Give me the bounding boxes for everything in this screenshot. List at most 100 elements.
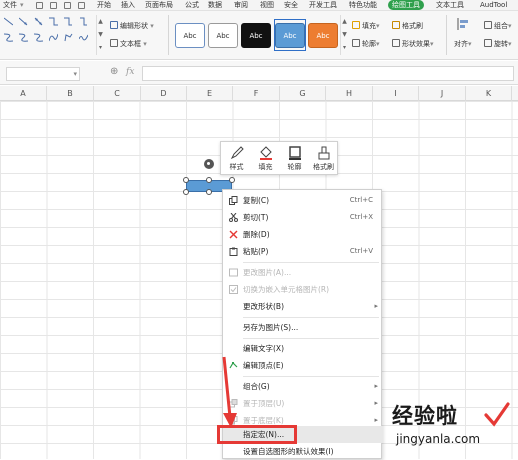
change-picture-icon — [229, 268, 238, 277]
chevron-down-icon[interactable]: ▾ — [20, 0, 24, 11]
menu-item-cut[interactable]: 剪切(T) Ctrl+X — [223, 209, 383, 226]
menu-item-set-default-effect[interactable]: 设置自选图形的默认效果(I) — [223, 443, 383, 460]
resize-handle[interactable] — [183, 189, 189, 195]
elbow-connector-icon[interactable] — [49, 17, 58, 26]
name-box[interactable]: ▾ — [6, 67, 80, 81]
delete-x-icon — [229, 230, 238, 239]
menu-view[interactable]: 视图 — [260, 0, 274, 11]
menu-item-copy[interactable]: 复制(C) Ctrl+C — [223, 192, 383, 209]
style-sample-2[interactable]: Abc — [208, 23, 238, 48]
elbow-double-arrow-icon[interactable] — [79, 17, 88, 26]
mini-format-brush-button[interactable]: 格式刷 — [309, 142, 338, 176]
undo-icon[interactable] — [64, 2, 71, 9]
resize-handle[interactable] — [206, 177, 212, 183]
column-header-d[interactable]: D — [141, 86, 187, 101]
menu-security[interactable]: 安全 — [284, 0, 298, 11]
shape-effects-button[interactable]: 形状效果▾ — [392, 38, 434, 50]
menu-formulas[interactable]: 公式 — [185, 0, 199, 11]
menu-item-edit-text[interactable]: 编辑文字(X) — [223, 340, 383, 357]
mini-fill-button[interactable]: 填充 — [251, 142, 280, 176]
mini-style-button[interactable]: 样式 — [222, 142, 251, 176]
column-header-e[interactable]: E — [187, 86, 233, 101]
scroll-down-icon[interactable]: ▼ — [341, 28, 348, 41]
menu-data[interactable]: 数据 — [208, 0, 222, 11]
align-button[interactable]: 对齐▾ — [454, 38, 472, 50]
column-header-c[interactable]: C — [94, 86, 141, 101]
mini-outline-button[interactable]: 轮廓 — [280, 142, 309, 176]
scroll-up-icon[interactable]: ▲ — [341, 15, 348, 28]
arrow-line-icon[interactable] — [18, 17, 28, 26]
column-header-h[interactable]: H — [326, 86, 373, 101]
menu-page-layout[interactable]: 页面布局 — [145, 0, 173, 11]
save-icon[interactable] — [36, 2, 43, 9]
menu-file[interactable]: 文件 — [3, 0, 17, 11]
gallery-scroll[interactable]: ▲ ▼ ▾ — [96, 15, 104, 55]
column-header-k[interactable]: K — [466, 86, 512, 101]
menu-item-embed-picture[interactable]: 切换为嵌入单元格图片(R) — [223, 281, 383, 298]
scribble-icon[interactable] — [78, 33, 89, 42]
resize-handle[interactable] — [183, 177, 189, 183]
scroll-down-icon[interactable]: ▼ — [97, 28, 104, 41]
freeform-curve-icon[interactable] — [48, 33, 59, 42]
menu-item-change-shape[interactable]: 更改形状(B) ▸ — [223, 298, 383, 315]
zoom-icon[interactable]: ⊕ — [110, 66, 118, 77]
style-gallery-scroll[interactable]: ▲ ▼ ▾ — [340, 15, 348, 55]
menu-item-group[interactable]: 组合(G) ▸ — [223, 378, 383, 395]
column-header-i[interactable]: I — [373, 86, 419, 101]
menu-insert[interactable]: 插入 — [121, 0, 135, 11]
formula-input[interactable] — [142, 66, 514, 81]
curve-double-arrow-icon[interactable] — [33, 33, 44, 42]
watermark-title: 经验啦 — [392, 404, 458, 428]
menu-item-edit-points[interactable]: 编辑顶点(E) — [223, 357, 383, 374]
menu-text-tools[interactable]: 文本工具 — [436, 0, 464, 11]
menu-item-paste[interactable]: 粘贴(P) Ctrl+V — [223, 243, 383, 260]
menu-item-bring-to-front[interactable]: 置于顶层(U) ▸ — [223, 395, 383, 412]
menu-audtool[interactable]: AudTool — [480, 0, 507, 11]
fx-label[interactable]: fx — [126, 67, 134, 77]
align-icon[interactable] — [452, 18, 474, 36]
shape-gallery[interactable] — [3, 17, 89, 57]
column-header-f[interactable]: F — [233, 86, 280, 101]
column-header-g[interactable]: G — [280, 86, 326, 101]
menu-item-change-picture[interactable]: 更改图片(A)... — [223, 264, 383, 281]
style-sample-3[interactable]: Abc — [241, 23, 271, 48]
embed-picture-icon — [229, 285, 238, 294]
line-shape-icon[interactable] — [3, 17, 14, 26]
curve-connector-icon[interactable] — [3, 33, 14, 42]
rotate-button[interactable]: 旋转▾ — [484, 38, 512, 50]
column-header-a[interactable]: A — [0, 86, 47, 101]
edit-shape-button[interactable]: 编辑形状 ▾ — [110, 20, 154, 32]
gallery-expand-icon[interactable]: ▾ — [341, 41, 348, 54]
style-sample-1[interactable]: Abc — [175, 23, 205, 48]
edit-shape-icon — [110, 21, 118, 29]
text-box-button[interactable]: 文本框 ▾ — [110, 38, 147, 50]
print-icon[interactable] — [50, 2, 57, 9]
redo-icon[interactable] — [78, 2, 85, 9]
menu-developer[interactable]: 开发工具 — [309, 0, 337, 11]
menu-item-save-as-picture[interactable]: 另存为图片(S)... — [223, 319, 383, 336]
freeform-shape-icon[interactable] — [64, 33, 73, 42]
fill-button[interactable]: 填充▾ — [352, 20, 380, 32]
resize-handle[interactable] — [229, 177, 235, 183]
style-sample-5[interactable]: Abc — [308, 23, 338, 48]
gallery-expand-icon[interactable]: ▾ — [97, 41, 104, 54]
format-painter-button[interactable]: 格式刷 — [392, 20, 423, 32]
resize-handle[interactable] — [206, 189, 212, 195]
elbow-arrow-icon[interactable] — [64, 17, 73, 26]
menu-drawing-tools[interactable]: 绘图工具 — [388, 0, 424, 10]
column-header-j[interactable]: J — [419, 86, 466, 101]
mini-style-label: 样式 — [229, 163, 244, 171]
style-sample-4[interactable]: Abc — [275, 23, 305, 48]
chevron-down-icon[interactable]: ▾ — [73, 70, 77, 78]
group-button[interactable]: 组合▾ — [484, 20, 512, 32]
menu-review[interactable]: 审阅 — [234, 0, 248, 11]
menu-special-features[interactable]: 特色功能 — [349, 0, 377, 11]
double-arrow-icon[interactable] — [34, 17, 43, 26]
outline-button[interactable]: 轮廓▾ — [352, 38, 380, 50]
scroll-up-icon[interactable]: ▲ — [97, 15, 104, 28]
column-header-b[interactable]: B — [47, 86, 94, 101]
menu-home[interactable]: 开始 — [97, 0, 111, 11]
rotate-handle-icon[interactable] — [204, 159, 214, 169]
curve-arrow-icon[interactable] — [18, 33, 29, 42]
menu-item-delete[interactable]: 删除(D) — [223, 226, 383, 243]
